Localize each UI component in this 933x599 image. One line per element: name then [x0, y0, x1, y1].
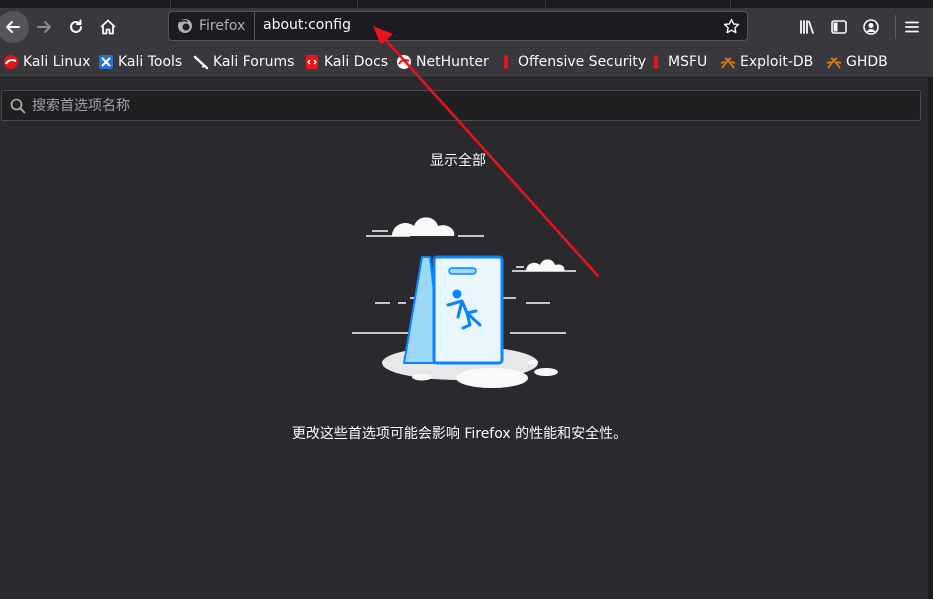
- nethunter-icon: [396, 54, 412, 70]
- account-button[interactable]: [860, 16, 882, 38]
- hamburger-menu-icon: [905, 21, 919, 33]
- tab-strip: [0, 0, 933, 8]
- home-button[interactable]: [93, 12, 123, 42]
- url-bar[interactable]: Firefox about:config: [168, 11, 748, 41]
- bookmark-label: GHDB: [846, 54, 888, 70]
- bookmark-label: NetHunter: [416, 54, 489, 70]
- bookmark-nethunter[interactable]: NetHunter: [396, 53, 489, 71]
- bookmark-label: Exploit-DB: [740, 54, 814, 70]
- preference-search-box[interactable]: [1, 90, 921, 121]
- url-text[interactable]: about:config: [263, 17, 351, 33]
- navigation-toolbar: Firefox about:config: [0, 8, 933, 46]
- bookmark-label: Kali Tools: [118, 54, 183, 70]
- bookmark-label: Kali Docs: [324, 54, 389, 70]
- search-input[interactable]: [32, 95, 892, 117]
- reload-button[interactable]: [61, 12, 91, 42]
- bookmark-kali-linux[interactable]: Kali Linux: [3, 53, 90, 71]
- kali-forums-icon: [193, 54, 209, 70]
- forward-arrow-icon: [37, 21, 51, 33]
- msfu-icon: [648, 54, 664, 70]
- show-all-button[interactable]: 显示全部: [430, 150, 486, 170]
- kali-tools-icon: [98, 54, 114, 70]
- window-edge: [928, 78, 933, 599]
- bookmarks-toolbar: Kali Linux Kali Tools Kali Forums Kali D…: [0, 46, 933, 78]
- bookmark-label: Offensive Security: [518, 54, 647, 70]
- warning-message: 更改这些首选项可能会影响 Firefox 的性能和安全性。: [291, 426, 628, 442]
- home-icon: [100, 19, 116, 35]
- menu-button[interactable]: [901, 16, 923, 38]
- back-arrow-icon: [6, 21, 20, 33]
- bookmark-kali-forums[interactable]: Kali Forums: [193, 53, 294, 71]
- ghdb-icon: [826, 54, 842, 70]
- forward-button[interactable]: [29, 12, 59, 42]
- bookmark-star-button[interactable]: [721, 16, 741, 36]
- identity-label: Firefox: [199, 18, 246, 34]
- star-icon: [723, 18, 739, 33]
- exploit-db-icon: [720, 54, 736, 70]
- bookmark-label: Kali Linux: [23, 54, 91, 70]
- bookmark-label: MSFU: [668, 54, 708, 70]
- bookmark-label: Kali Forums: [213, 54, 295, 70]
- kali-docs-icon: [304, 54, 320, 70]
- bookmark-kali-tools[interactable]: Kali Tools: [98, 53, 182, 71]
- sidebar-button[interactable]: [828, 16, 850, 38]
- toolbar-separator: [895, 15, 896, 39]
- search-icon: [10, 98, 26, 114]
- firefox-logo-icon: [178, 19, 192, 33]
- back-button[interactable]: [0, 11, 29, 43]
- bookmark-offensive-security[interactable]: Offensive Security: [498, 53, 646, 71]
- bookmark-msfu[interactable]: MSFU: [648, 53, 707, 71]
- library-button[interactable]: [796, 16, 818, 38]
- bookmark-ghdb[interactable]: GHDB: [826, 53, 888, 71]
- bookmark-exploit-db[interactable]: Exploit-DB: [720, 53, 813, 71]
- library-icon: [800, 20, 814, 34]
- site-identity[interactable]: Firefox: [169, 12, 255, 40]
- account-icon: [863, 19, 879, 35]
- sidebar-icon: [831, 20, 847, 34]
- reload-icon: [70, 19, 82, 33]
- bookmark-kali-docs[interactable]: Kali Docs: [304, 53, 388, 71]
- offensive-security-icon: [498, 54, 514, 70]
- caution-sign-illustration: [352, 217, 576, 388]
- kali-linux-icon: [3, 54, 19, 70]
